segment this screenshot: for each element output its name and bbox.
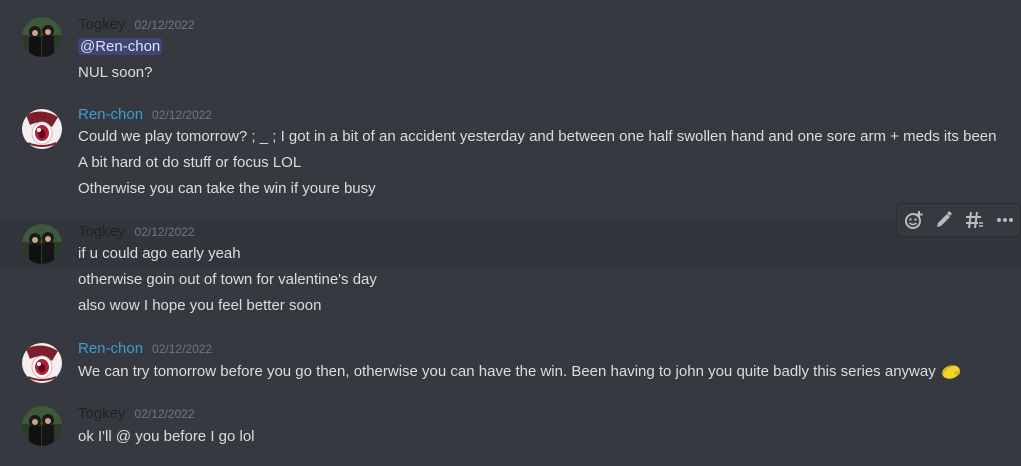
avatar[interactable]	[22, 224, 62, 264]
message-text: We can try tomorrow before you go then, …	[78, 363, 936, 380]
timestamp: 02/12/2022	[134, 225, 195, 239]
avatar[interactable]	[22, 343, 62, 383]
username[interactable]: Togkey	[78, 16, 126, 33]
lemon-emoji[interactable]	[940, 362, 962, 386]
create-thread-icon[interactable]	[960, 205, 990, 235]
message-line: NUL soon?	[78, 64, 153, 81]
message-line: @Ren-chon	[78, 37, 163, 57]
message-header: Togkey 02/12/2022	[78, 223, 195, 243]
message-line: otherwise goin out of town for valentine…	[78, 271, 377, 288]
timestamp: 02/12/2022	[134, 407, 195, 421]
add-reaction-icon[interactable]	[899, 205, 929, 235]
message-line: ok I'll @ you before I go lol	[78, 428, 255, 445]
username[interactable]: Togkey	[78, 405, 126, 422]
message-line: A bit hard ot do stuff or focus LOL	[78, 154, 302, 171]
message-header: Togkey 02/12/2022	[78, 405, 195, 425]
username[interactable]: Togkey	[78, 223, 126, 240]
message-header: Togkey 02/12/2022	[78, 16, 195, 36]
user-mention[interactable]: @Ren-chon	[78, 38, 163, 55]
message-header: Ren-chon 02/12/2022	[78, 340, 212, 360]
message-line: if u could ago early yeah	[78, 245, 241, 262]
message-actions-toolbar	[896, 203, 1021, 237]
timestamp: 02/12/2022	[152, 342, 213, 356]
message-group: Togkey 02/12/2022 @Ren-chon NUL soon?	[0, 8, 1021, 88]
username[interactable]: Ren-chon	[78, 106, 143, 123]
message-line: Otherwise you can take the win if youre …	[78, 180, 376, 197]
message-group: Ren-chon 02/12/2022 Could we play tomorr…	[0, 100, 1021, 208]
message-group: Ren-chon 02/12/2022 We can try tomorrow …	[0, 334, 1021, 394]
message-line: We can try tomorrow before you go then, …	[78, 362, 962, 386]
username[interactable]: Ren-chon	[78, 340, 143, 357]
more-options-icon[interactable]	[990, 205, 1020, 235]
edit-pencil-icon[interactable]	[929, 205, 959, 235]
timestamp: 02/12/2022	[152, 108, 213, 122]
avatar[interactable]	[22, 109, 62, 149]
avatar[interactable]	[22, 17, 62, 57]
avatar[interactable]	[22, 406, 62, 446]
message-group: Togkey 02/12/2022 ok I'll @ you before I…	[0, 398, 1021, 466]
timestamp: 02/12/2022	[134, 18, 195, 32]
message-group: Togkey 02/12/2022 if u could ago early y…	[0, 219, 1021, 329]
message-line: also wow I hope you feel better soon	[78, 297, 322, 314]
message-line: Could we play tomorrow? ; _ ; I got in a…	[78, 128, 997, 145]
message-header: Ren-chon 02/12/2022	[78, 106, 212, 126]
